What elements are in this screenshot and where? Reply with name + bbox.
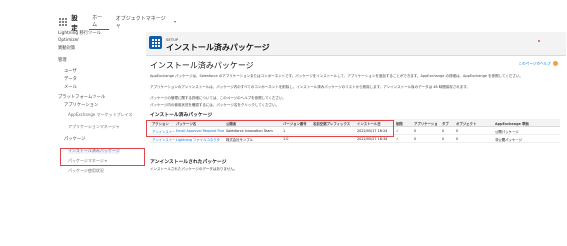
- sidebar-item[interactable]: アプリケーションマネージャ: [68, 124, 120, 130]
- table-cell: 公開パッケージ: [495, 130, 519, 134]
- page-title: インストール済みパッケージ: [166, 43, 270, 52]
- table-cell: 非公開パッケージ: [495, 138, 523, 142]
- table-cell: ✓: [396, 129, 399, 133]
- setup-sidebar: Lightning 移行ツール Optimizer 異動対策管理ユーザデータメールプ…: [58, 30, 146, 190]
- sidebar-active-highlight: [60, 148, 145, 166]
- sidebar-item[interactable]: パッケージ: [64, 136, 85, 142]
- table-cell: 株式会社サンプル: [226, 138, 254, 142]
- sidebar-item[interactable]: Lightning 移行ツール: [58, 30, 101, 36]
- package-name-link[interactable]: Lightning ファイルコネクタ: [176, 137, 224, 142]
- table-cell: 1.0: [283, 137, 289, 141]
- installed-packages-title: インストール済みパッケージ: [150, 113, 213, 118]
- help-link-label[interactable]: このページのヘルプ: [519, 62, 551, 66]
- column-header: オブジェクト: [456, 122, 477, 126]
- app-name: 設定: [71, 13, 78, 32]
- table-cell: 0: [414, 137, 417, 141]
- column-header: AppExchange 準拠: [495, 122, 529, 126]
- column-header: アプリケーション: [414, 122, 438, 126]
- help-icon[interactable]: [553, 61, 558, 66]
- sidebar-item[interactable]: メール: [64, 84, 77, 90]
- section-heading: インストール済みパッケージ: [150, 61, 254, 70]
- top-nav-bar: 設定 ホーム オブジェクトマネージャ ▾: [58, 13, 176, 32]
- tab-object-manager[interactable]: オブジェクトマネージャ: [113, 14, 169, 30]
- sidebar-item[interactable]: パッケージ使用状況: [68, 168, 104, 174]
- sidebar-item[interactable]: Optimizer: [58, 38, 79, 43]
- sidebar-item[interactable]: ユーザ: [64, 68, 77, 74]
- app-launcher-icon[interactable]: [58, 17, 67, 27]
- table-cell: 0: [442, 129, 445, 133]
- uninstalled-packages-empty: インストールされたパッケージのデータはありません。: [150, 167, 238, 171]
- setup-grid-icon: [149, 36, 162, 49]
- marker-dot: [538, 40, 540, 42]
- table-cell: ✓: [396, 137, 399, 141]
- sidebar-item[interactable]: 管理: [58, 57, 67, 63]
- page-header: SETUP インストール済みパッケージ: [146, 32, 566, 56]
- table-cell: 0: [442, 137, 445, 141]
- description-paragraph: アプリケーションのアンインストールは、パッケージ内のすべてのコンポーネントを削除…: [150, 85, 470, 89]
- column-header: タブ: [442, 122, 449, 126]
- uninstall-link[interactable]: アンインストール: [152, 137, 176, 142]
- sidebar-item[interactable]: プラットフォームツール: [58, 94, 105, 100]
- chevron-down-icon[interactable]: ▾: [174, 19, 176, 24]
- sidebar-item[interactable]: AppExchange マーケットプレイス: [68, 112, 133, 118]
- sidebar-item[interactable]: 異動対策: [58, 45, 75, 51]
- table-cell: 0: [456, 129, 459, 133]
- sidebar-item[interactable]: アプリケーション: [64, 102, 98, 108]
- table-cell: 2022/05/27 18:34: [357, 137, 388, 141]
- tab-home[interactable]: ホーム: [89, 13, 109, 30]
- help-link[interactable]: このページのヘルプ: [519, 61, 558, 67]
- table-cell: 0: [456, 137, 459, 141]
- table-cell: 0: [414, 129, 417, 133]
- description-paragraph: AppExchange パッケージは、Salesforce のアプリケーションま…: [150, 74, 523, 78]
- table-rows-highlight: [146, 120, 394, 137]
- description-paragraph: パッケージの管理に関する詳細については、このページのヘルプを参照してください。: [150, 96, 286, 100]
- sidebar-item[interactable]: データ: [64, 76, 77, 82]
- column-header: 制限: [396, 122, 403, 126]
- uninstalled-packages-title: アンインストールされたパッケージ: [150, 160, 227, 165]
- description-paragraph: パッケージ内の使用状況を確認するには、パッケージ名をクリックしてください。: [150, 103, 280, 107]
